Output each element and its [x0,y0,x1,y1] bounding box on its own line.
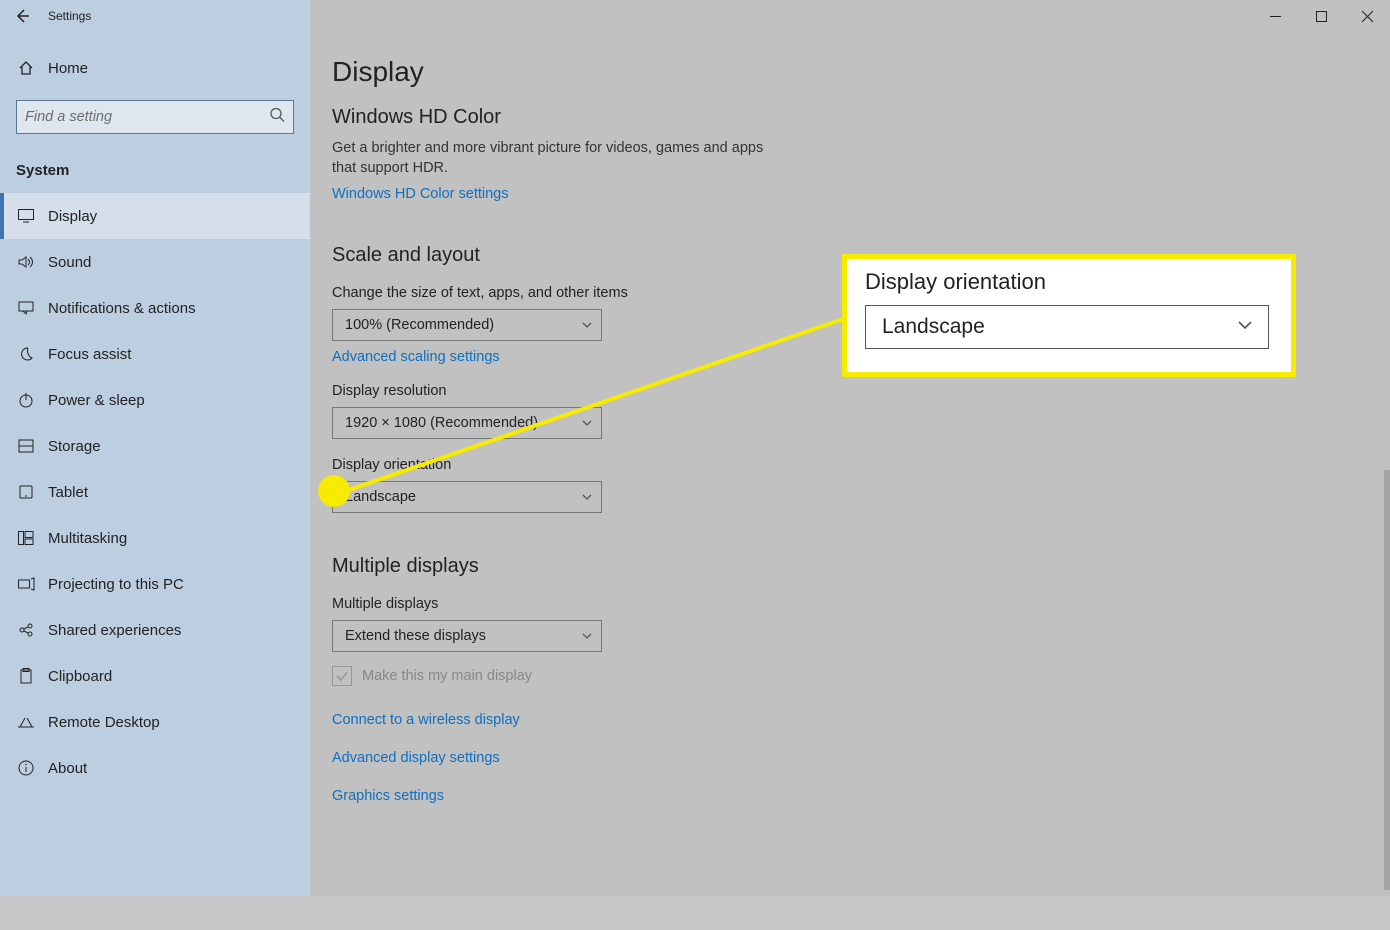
chevron-down-icon [581,491,593,503]
minimize-button[interactable] [1252,0,1298,32]
chevron-down-icon [581,630,593,642]
display-icon [16,209,36,223]
tablet-icon [16,485,36,499]
sidebar-item-label: Remote Desktop [48,714,160,731]
sidebar-item-clipboard[interactable]: Clipboard [0,653,310,699]
sidebar-item-storage[interactable]: Storage [0,423,310,469]
chevron-down-icon [581,319,593,331]
orientation-label: Display orientation [332,457,1390,473]
sidebar-item-label: Notifications & actions [48,300,196,317]
sidebar-item-label: Projecting to this PC [48,576,184,593]
remote-icon [16,715,36,729]
sidebar-item-remote-desktop[interactable]: Remote Desktop [0,699,310,745]
home-label: Home [48,60,88,77]
back-button[interactable] [14,8,30,24]
storage-icon [16,439,36,453]
close-button[interactable] [1344,0,1390,32]
text-size-dropdown[interactable]: 100% (Recommended) [332,309,602,341]
multiple-displays-dropdown[interactable]: Extend these displays [332,620,602,652]
multiple-displays-title: Multiple displays [332,555,1390,578]
shared-icon [16,623,36,637]
scrollbar[interactable] [1384,470,1390,890]
sidebar-item-notifications-actions[interactable]: Notifications & actions [0,285,310,331]
sidebar-item-label: Tablet [48,484,88,501]
annotation-dot [318,475,350,507]
sidebar-item-label: Power & sleep [48,392,145,409]
annotation-callout: Display orientation Landscape [842,254,1296,377]
sidebar-item-about[interactable]: About [0,745,310,791]
sidebar-item-label: Sound [48,254,91,271]
graphics-settings-link[interactable]: Graphics settings [332,788,1390,804]
sidebar-item-label: Storage [48,438,101,455]
sidebar-item-shared-experiences[interactable]: Shared experiences [0,607,310,653]
resolution-label: Display resolution [332,383,1390,399]
callout-title: Display orientation [865,269,1273,295]
clipboard-icon [16,668,36,684]
sidebar-item-label: Shared experiences [48,622,181,639]
sidebar-section-label: System [0,152,310,187]
sidebar-item-label: Clipboard [48,668,112,685]
multiple-displays-label: Multiple displays [332,596,1390,612]
multitasking-icon [16,531,36,545]
sidebar: Home System Display Sound Notifications & … [0,0,310,896]
sidebar-item-projecting-to-this-pc[interactable]: Projecting to this PC [0,561,310,607]
sidebar-item-label: Focus assist [48,346,131,363]
sidebar-item-multitasking[interactable]: Multitasking [0,515,310,561]
home-icon [16,60,36,76]
callout-dropdown: Landscape [865,305,1269,349]
search-icon [270,108,285,127]
hd-color-settings-link[interactable]: Windows HD Color settings [332,186,508,202]
hd-color-title: Windows HD Color [332,106,1390,129]
sidebar-item-focus-assist[interactable]: Focus assist [0,331,310,377]
chevron-down-icon [1236,316,1254,338]
maximize-button[interactable] [1298,0,1344,32]
resolution-dropdown[interactable]: 1920 × 1080 (Recommended) [332,407,602,439]
main-content: Display Windows HD Color Get a brighter … [310,0,1390,896]
sidebar-item-display[interactable]: Display [0,193,310,239]
chevron-down-icon [581,417,593,429]
sidebar-item-label: About [48,760,87,777]
window-title: Settings [48,9,91,23]
search-input[interactable] [16,100,294,134]
about-icon [16,760,36,776]
sidebar-item-label: Display [48,208,97,225]
advanced-scaling-link[interactable]: Advanced scaling settings [332,349,500,365]
page-title: Display [332,56,1390,88]
sidebar-item-tablet[interactable]: Tablet [0,469,310,515]
connect-wireless-link[interactable]: Connect to a wireless display [332,712,1390,728]
hd-color-desc: Get a brighter and more vibrant picture … [332,139,772,178]
sidebar-item-sound[interactable]: Sound [0,239,310,285]
advanced-display-link[interactable]: Advanced display settings [332,750,1390,766]
projecting-icon [16,577,36,591]
moon-icon [16,346,36,362]
notifications-icon [16,301,36,315]
main-display-checkbox: Make this my main display [332,666,1390,686]
home-nav[interactable]: Home [0,46,310,90]
orientation-dropdown[interactable]: Landscape [332,481,602,513]
sound-icon [16,255,36,269]
checkbox-icon [332,666,352,686]
power-icon [16,392,36,408]
sidebar-item-label: Multitasking [48,530,127,547]
sidebar-item-power-sleep[interactable]: Power & sleep [0,377,310,423]
